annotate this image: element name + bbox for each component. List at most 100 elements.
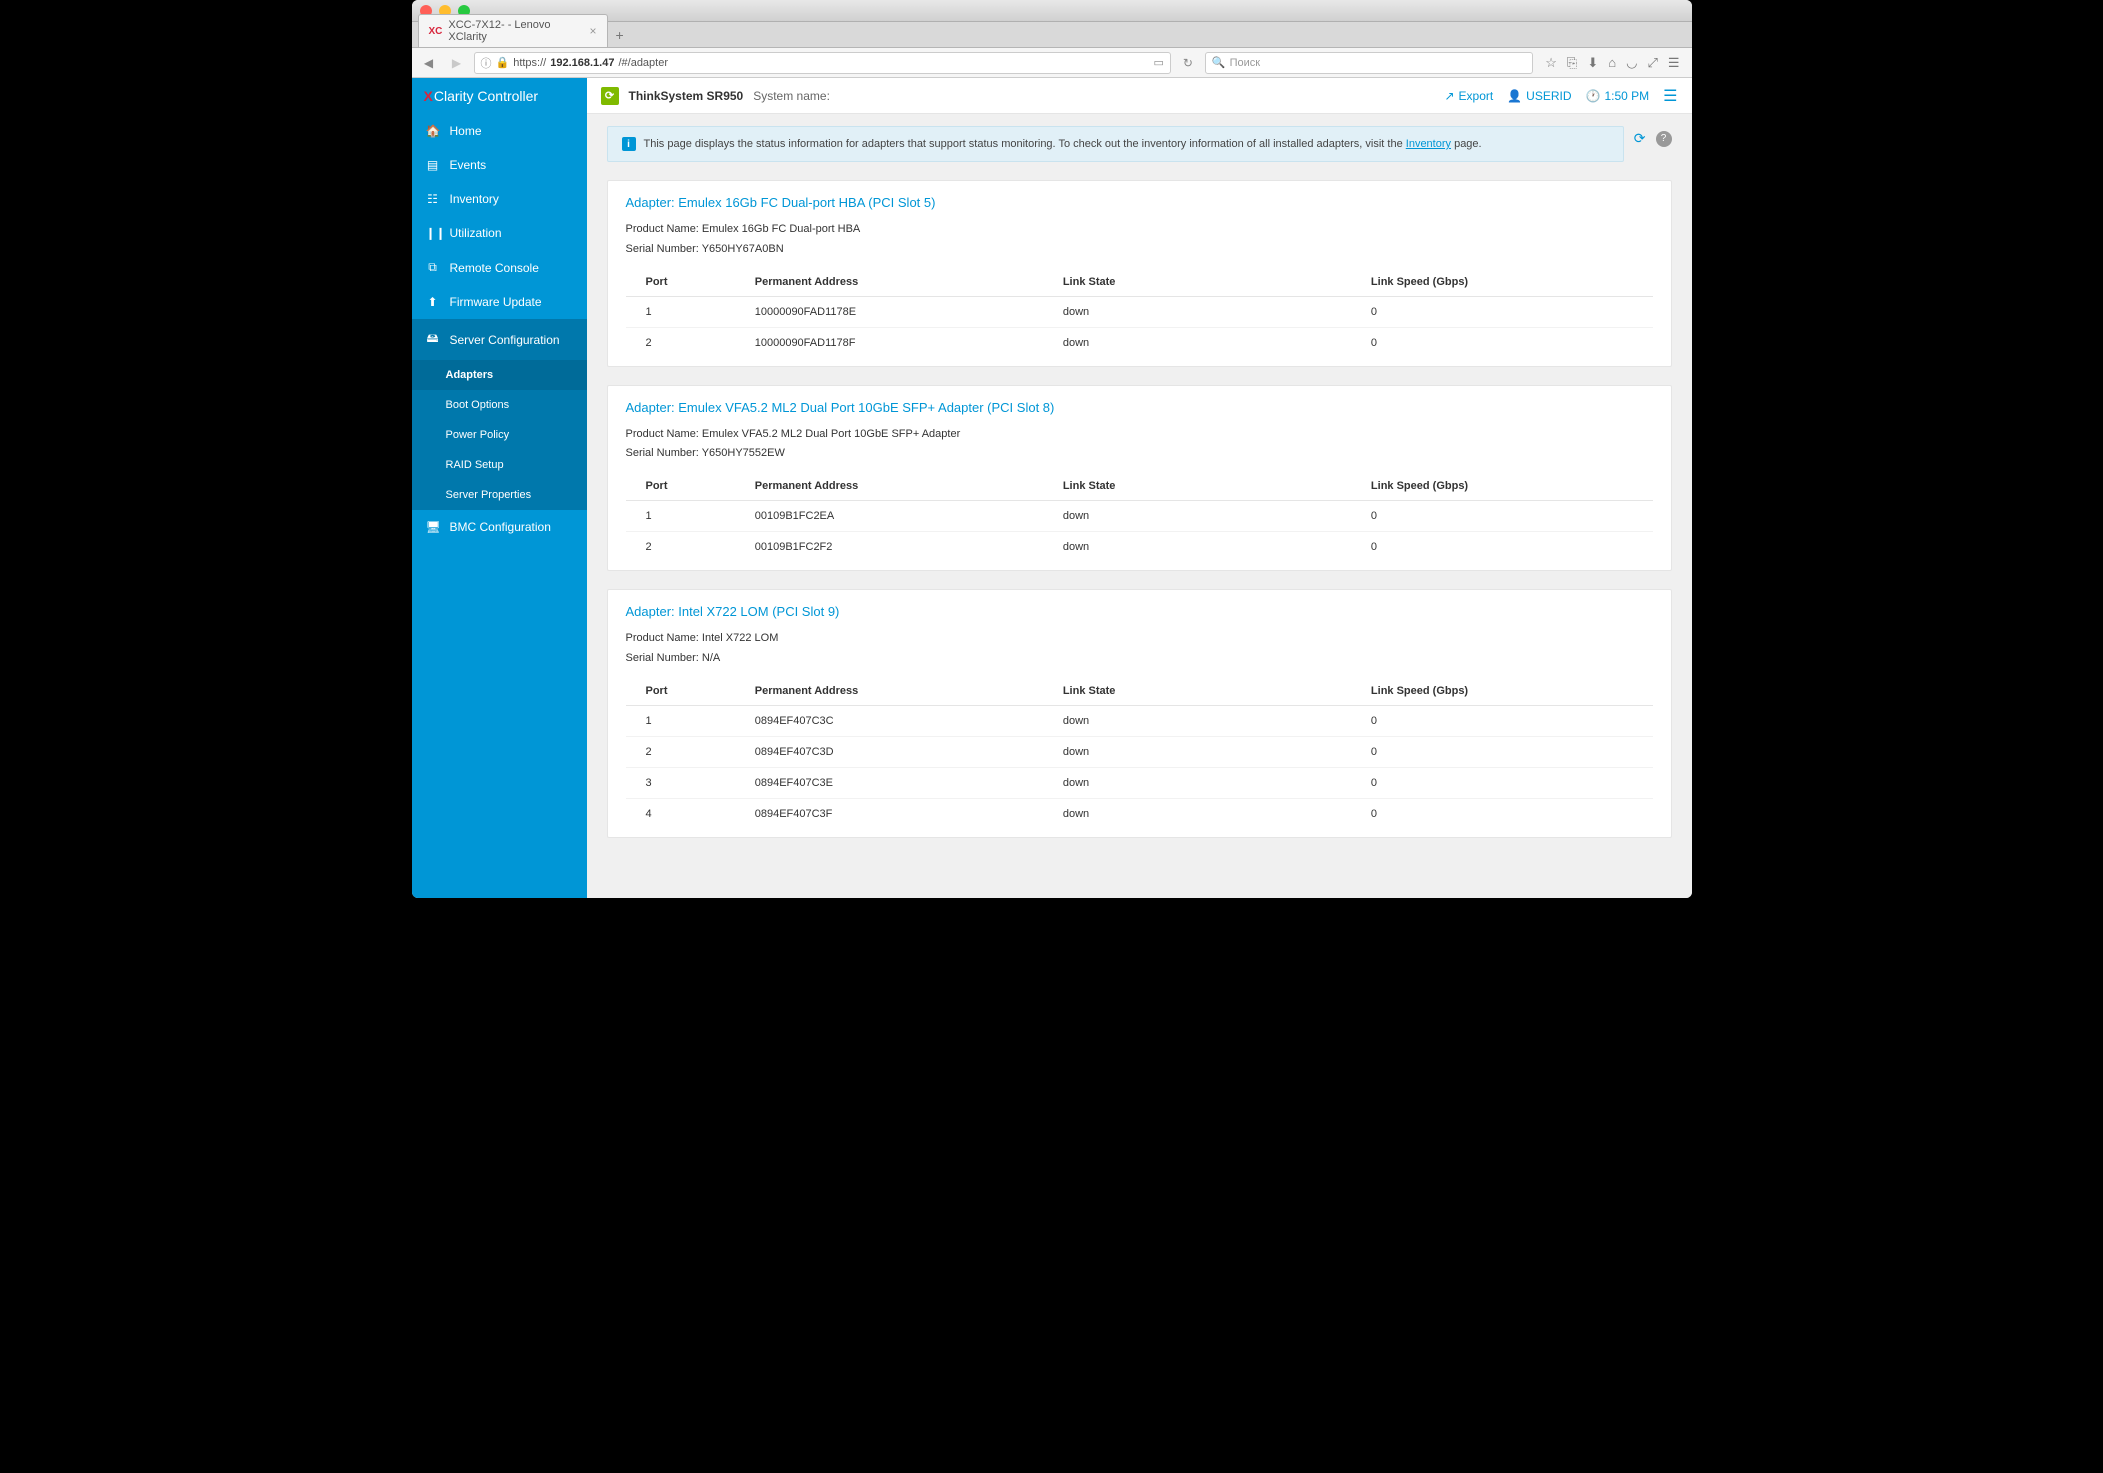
th-link: Link State [1057, 472, 1365, 501]
speed-cell: 0 [1365, 798, 1653, 829]
serial-line: Serial Number: Y650HY67A0BN [626, 240, 1653, 260]
link-cell: down [1057, 532, 1365, 563]
addr-cell: 0894EF407C3C [749, 705, 1057, 736]
nav-icon: 🖴 [426, 329, 440, 350]
sidebar: XClarity Controller 🏠Home▤Events☷Invento… [412, 78, 587, 898]
user-icon: 👤 [1507, 89, 1522, 103]
brand-prefix: Clarity [434, 88, 474, 104]
settings-menu-icon[interactable]: ☰ [1663, 86, 1677, 106]
help-icon[interactable]: ? [1656, 131, 1672, 147]
sidebar-item-events[interactable]: ▤Events [412, 148, 587, 182]
th-speed: Link Speed (Gbps) [1365, 472, 1653, 501]
info-icon: ⓘ [481, 55, 492, 71]
page-actions: ⟳ ? [1634, 126, 1672, 147]
link-cell: down [1057, 767, 1365, 798]
time-label: 1:50 PM [1604, 89, 1649, 103]
app-root: XClarity Controller 🏠Home▤Events☷Invento… [412, 78, 1692, 898]
user-menu[interactable]: 👤 USERID [1507, 89, 1571, 103]
tab-strip: XC XCC-7X12- - Lenovo XClarity × + [412, 22, 1692, 48]
nav-label: Inventory [450, 192, 499, 206]
browser-tab[interactable]: XC XCC-7X12- - Lenovo XClarity × [418, 14, 608, 47]
port-cell: 1 [626, 705, 749, 736]
inventory-link[interactable]: Inventory [1406, 138, 1451, 150]
pocket-icon[interactable]: ◡ [1626, 55, 1637, 71]
sidebar-item-server-configuration[interactable]: 🖴Server Configuration [412, 319, 587, 360]
adapter-title-link[interactable]: Adapter: Intel X722 LOM (PCI Slot 9) [626, 604, 1653, 619]
menu-icon[interactable]: ☰ [1668, 55, 1680, 71]
tab-close-icon[interactable]: × [589, 24, 596, 38]
subnav-item-raid-setup[interactable]: RAID Setup [412, 450, 587, 480]
table-row: 210000090FAD1178Fdown0 [626, 327, 1653, 358]
table-row: 110000090FAD1178Edown0 [626, 296, 1653, 327]
bookmark-icon[interactable]: ☆ [1545, 55, 1557, 71]
home-icon[interactable]: ⌂ [1608, 55, 1616, 71]
speed-cell: 0 [1365, 532, 1653, 563]
th-link: Link State [1057, 677, 1365, 706]
adapter-meta: Product Name: Intel X722 LOMSerial Numbe… [626, 629, 1653, 669]
subnav-item-boot-options[interactable]: Boot Options [412, 390, 587, 420]
forward-button[interactable]: ▶ [446, 56, 468, 70]
sidebar-item-remote-console[interactable]: ⧉Remote Console [412, 250, 587, 285]
table-row: 10894EF407C3Cdown0 [626, 705, 1653, 736]
th-link: Link State [1057, 268, 1365, 297]
product-line: Product Name: Intel X722 LOM [626, 629, 1653, 649]
sidebar-item-home[interactable]: 🏠Home [412, 114, 587, 148]
product-line: Product Name: Emulex VFA5.2 ML2 Dual Por… [626, 425, 1653, 445]
fullscreen-icon[interactable]: ⤢ [1647, 55, 1657, 71]
brand-suffix: Controller [477, 88, 538, 104]
addr-cell: 10000090FAD1178F [749, 327, 1057, 358]
ports-table: PortPermanent AddressLink StateLink Spee… [626, 677, 1653, 829]
reload-button[interactable]: ↻ [1177, 56, 1199, 70]
top-bar: ⟳ ThinkSystem SR950 System name: ↗Export… [587, 78, 1692, 114]
addr-cell: 10000090FAD1178E [749, 296, 1057, 327]
nav-label: BMC Configuration [450, 520, 551, 534]
serial-line: Serial Number: Y650HY7552EW [626, 444, 1653, 464]
subnav-item-adapters[interactable]: Adapters [412, 360, 587, 390]
nav-label: Home [450, 124, 482, 138]
speed-cell: 0 [1365, 327, 1653, 358]
addr-cell: 00109B1FC2F2 [749, 532, 1057, 563]
sidebar-item-inventory[interactable]: ☷Inventory [412, 182, 587, 216]
refresh-icon[interactable]: ⟳ [1634, 130, 1646, 147]
sidebar-item-utilization[interactable]: ❙❙Utilization [412, 216, 587, 250]
table-row: 40894EF407C3Fdown0 [626, 798, 1653, 829]
back-button[interactable]: ◀ [418, 56, 440, 70]
adapter-title-link[interactable]: Adapter: Emulex 16Gb FC Dual-port HBA (P… [626, 195, 1653, 210]
sidebar-item-bmc-configuration[interactable]: 🖥 BMC Configuration [412, 510, 587, 544]
search-bar[interactable]: 🔍 Поиск [1205, 52, 1533, 74]
nav-icon: 🖥 [426, 520, 440, 534]
adapter-title-link[interactable]: Adapter: Emulex VFA5.2 ML2 Dual Port 10G… [626, 400, 1653, 415]
subnav-item-power-policy[interactable]: Power Policy [412, 420, 587, 450]
subnav-item-server-properties[interactable]: Server Properties [412, 480, 587, 510]
speed-cell: 0 [1365, 705, 1653, 736]
sidebar-item-firmware-update[interactable]: ⬆Firmware Update [412, 285, 587, 319]
speed-cell: 0 [1365, 736, 1653, 767]
library-icon[interactable]: ⎘ [1567, 55, 1577, 71]
link-cell: down [1057, 327, 1365, 358]
export-button[interactable]: ↗Export [1444, 89, 1493, 103]
downloads-icon[interactable]: ⬇ [1587, 55, 1598, 71]
nav-icon: ⬆ [426, 295, 440, 309]
user-label: USERID [1526, 89, 1571, 103]
reader-mode-icon[interactable]: ▭ [1153, 56, 1163, 69]
info-banner: i This page displays the status informat… [607, 126, 1624, 162]
search-icon: 🔍 [1212, 56, 1226, 69]
nav-icon: ▤ [426, 158, 440, 172]
speed-cell: 0 [1365, 501, 1653, 532]
adapter-card: Adapter: Emulex 16Gb FC Dual-port HBA (P… [607, 180, 1672, 367]
tab-title: XCC-7X12- - Lenovo XClarity [448, 19, 583, 43]
th-port: Port [626, 268, 749, 297]
new-tab-button[interactable]: + [608, 23, 632, 47]
port-cell: 2 [626, 736, 749, 767]
addr-cell: 0894EF407C3F [749, 798, 1057, 829]
address-bar[interactable]: ⓘ 🔒 https://192.168.1.47/#/adapter ▭ [474, 52, 1171, 74]
port-cell: 2 [626, 532, 749, 563]
table-row: 100109B1FC2EAdown0 [626, 501, 1653, 532]
banner-before: This page displays the status informatio… [644, 138, 1406, 150]
th-port: Port [626, 472, 749, 501]
port-cell: 2 [626, 327, 749, 358]
port-cell: 4 [626, 798, 749, 829]
brand-logo: XClarity Controller [412, 78, 587, 114]
product-line: Product Name: Emulex 16Gb FC Dual-port H… [626, 220, 1653, 240]
adapter-card: Adapter: Intel X722 LOM (PCI Slot 9) Prod… [607, 589, 1672, 838]
